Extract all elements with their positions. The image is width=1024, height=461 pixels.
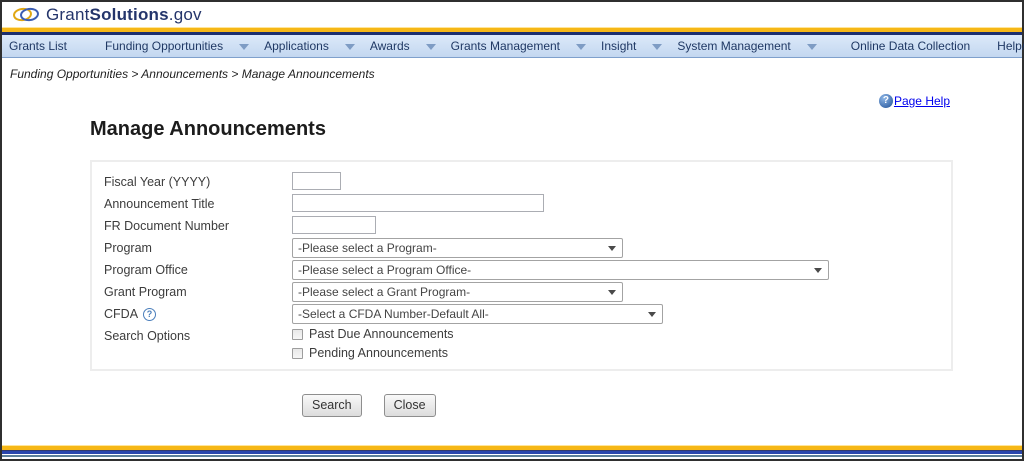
- program-office-select-value: -Please select a Program Office-: [298, 263, 471, 277]
- page-content: Funding Opportunities > Announcements > …: [2, 58, 1022, 445]
- form-row-program-office: Program Office -Please select a Program …: [104, 260, 951, 282]
- form-row-cfda: CFDA ? -Select a CFDA Number-Default All…: [104, 304, 951, 326]
- footer-bottom-pad: [2, 457, 1022, 459]
- fiscal-year-input[interactable]: [292, 172, 341, 190]
- logo-wordmark: GrantSolutions.gov: [46, 5, 202, 25]
- pending-announcements-checkbox[interactable]: [292, 348, 303, 359]
- form-row-fiscal-year: Fiscal Year (YYYY): [104, 172, 951, 194]
- past-due-option: Past Due Announcements: [292, 326, 454, 342]
- browser-viewport: GrantSolutions.gov Grants List Funding O…: [0, 0, 1024, 461]
- main-nav: Grants List Funding Opportunities Applic…: [2, 35, 1022, 58]
- logo-rings-icon: [12, 6, 40, 23]
- chevron-down-icon: [652, 44, 662, 50]
- nav-item-help-support[interactable]: Help/Support: [997, 39, 1024, 53]
- nav-item-grants-list[interactable]: Grants List: [9, 39, 67, 53]
- pending-announcements-label: Pending Announcements: [309, 346, 448, 360]
- chevron-down-icon: [239, 44, 249, 50]
- form-actions: Search Close: [302, 394, 1022, 417]
- grant-program-select-value: -Please select a Grant Program-: [298, 285, 470, 299]
- chevron-down-icon: [345, 44, 355, 50]
- nav-label: Online Data Collection: [851, 39, 970, 53]
- search-options-label: Search Options: [104, 326, 292, 343]
- cfda-label-text: CFDA: [104, 307, 138, 321]
- select-arrow-icon: [608, 290, 616, 295]
- grantsolutions-logo: GrantSolutions.gov: [12, 5, 202, 25]
- program-office-select[interactable]: -Please select a Program Office-: [292, 260, 829, 280]
- past-due-announcements-checkbox[interactable]: [292, 329, 303, 340]
- nav-label: Grants Management: [451, 39, 560, 53]
- nav-label: Funding Opportunities: [105, 39, 223, 53]
- form-row-announcement-title: Announcement Title: [104, 194, 951, 216]
- program-office-label: Program Office: [104, 260, 292, 277]
- nav-item-online-data-collection[interactable]: Online Data Collection: [851, 39, 970, 53]
- fiscal-year-label: Fiscal Year (YYYY): [104, 172, 292, 189]
- fr-document-number-input[interactable]: [292, 216, 376, 234]
- select-arrow-icon: [814, 268, 822, 273]
- announcement-title-label: Announcement Title: [104, 194, 292, 211]
- nav-label: Applications: [264, 39, 329, 53]
- nav-label: System Management: [677, 39, 790, 53]
- nav-item-insight[interactable]: Insight: [601, 39, 662, 53]
- nav-item-funding-opportunities[interactable]: Funding Opportunities: [105, 39, 249, 53]
- nav-item-awards[interactable]: Awards: [370, 39, 436, 53]
- past-due-announcements-label: Past Due Announcements: [309, 327, 454, 341]
- breadcrumb: Funding Opportunities > Announcements > …: [2, 58, 1022, 81]
- select-arrow-icon: [648, 312, 656, 317]
- nav-label: Insight: [601, 39, 636, 53]
- program-select[interactable]: -Please select a Program-: [292, 238, 623, 258]
- form-row-search-options: Search Options Past Due Announcements Pe…: [104, 326, 951, 361]
- program-select-value: -Please select a Program-: [298, 241, 437, 255]
- page-title: Manage Announcements: [90, 118, 1022, 141]
- nav-label: Grants List: [9, 39, 67, 53]
- nav-label: Help/Support: [997, 39, 1024, 53]
- site-header: GrantSolutions.gov: [2, 2, 1022, 27]
- search-button[interactable]: Search: [302, 394, 362, 417]
- close-button[interactable]: Close: [384, 394, 436, 417]
- form-row-program: Program -Please select a Program-: [104, 238, 951, 260]
- chevron-down-icon: [576, 44, 586, 50]
- chevron-down-icon: [426, 44, 436, 50]
- chevron-down-icon: [807, 44, 817, 50]
- nav-item-system-management[interactable]: System Management: [677, 39, 816, 53]
- select-arrow-icon: [608, 246, 616, 251]
- form-row-fr-document-number: FR Document Number: [104, 216, 951, 238]
- site-footer: [2, 445, 1022, 459]
- program-label: Program: [104, 238, 292, 255]
- cfda-help-icon[interactable]: ?: [143, 308, 156, 321]
- page-help-label: Page Help: [894, 94, 950, 108]
- cfda-select[interactable]: -Select a CFDA Number-Default All-: [292, 304, 663, 324]
- fr-document-number-label: FR Document Number: [104, 216, 292, 233]
- nav-label: Awards: [370, 39, 410, 53]
- cfda-select-value: -Select a CFDA Number-Default All-: [298, 307, 489, 321]
- nav-item-applications[interactable]: Applications: [264, 39, 355, 53]
- help-question-icon: ?: [879, 94, 893, 108]
- cfda-label: CFDA ?: [104, 304, 292, 321]
- grant-program-select[interactable]: -Please select a Grant Program-: [292, 282, 623, 302]
- nav-item-grants-management[interactable]: Grants Management: [451, 39, 586, 53]
- announcement-title-input[interactable]: [292, 194, 544, 212]
- search-criteria-panel: Fiscal Year (YYYY) Announcement Title FR…: [90, 160, 953, 371]
- grant-program-label: Grant Program: [104, 282, 292, 299]
- form-row-grant-program: Grant Program -Please select a Grant Pro…: [104, 282, 951, 304]
- page-help-link[interactable]: ? Page Help: [879, 94, 950, 108]
- pending-option: Pending Announcements: [292, 345, 454, 361]
